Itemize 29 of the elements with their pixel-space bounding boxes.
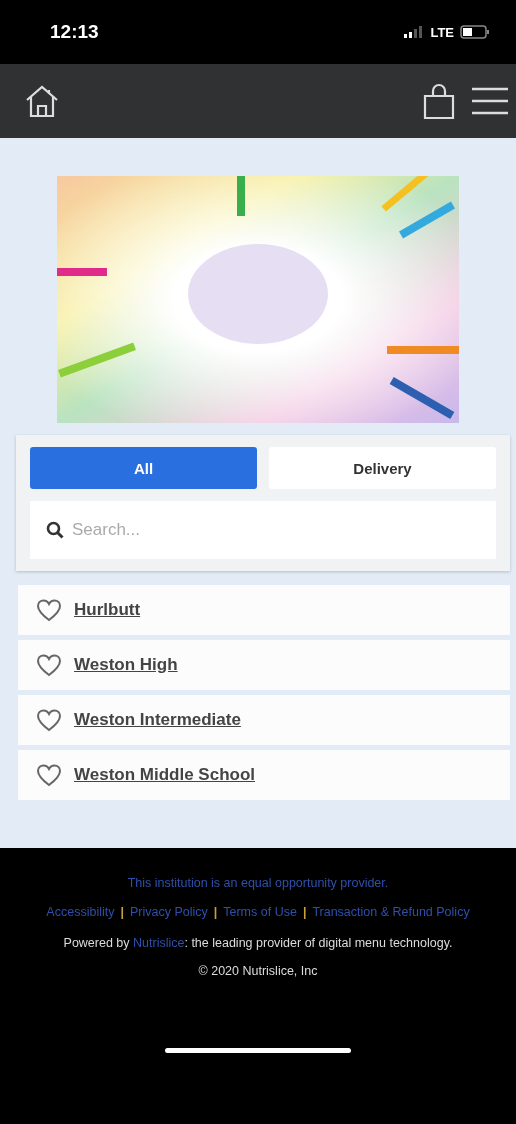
- search-field[interactable]: Search...: [30, 501, 496, 559]
- menu-icon[interactable]: [470, 86, 510, 116]
- school-row[interactable]: Weston Middle School: [18, 750, 510, 800]
- powered-by-text: Powered by Nutrislice: the leading provider of digital menu technology.: [62, 936, 454, 950]
- battery-icon: [460, 25, 490, 39]
- heart-icon[interactable]: [36, 598, 62, 622]
- home-icon[interactable]: [24, 84, 60, 118]
- status-time: 12:13: [50, 21, 99, 43]
- link-separator: |: [302, 905, 307, 919]
- school-row[interactable]: Hurlbutt: [18, 585, 510, 635]
- signal-icon: [404, 26, 425, 38]
- school-link[interactable]: Weston Middle School: [74, 765, 256, 785]
- filter-tab[interactable]: Delivery: [269, 447, 496, 489]
- network-label: LTE: [430, 24, 454, 40]
- equal-opportunity-notice: This institution is an equal opportunity provider.: [126, 876, 390, 890]
- heart-icon[interactable]: [36, 763, 62, 787]
- school-row[interactable]: Weston High: [18, 640, 510, 690]
- heart-icon[interactable]: [36, 653, 62, 677]
- school-link[interactable]: Weston Intermediate: [74, 710, 241, 730]
- shopping-bag-icon[interactable]: [422, 82, 456, 120]
- copyright-text: © 2020 Nutrislice, Inc: [197, 964, 319, 978]
- heart-icon[interactable]: [36, 708, 62, 732]
- filter-tab[interactable]: All: [30, 447, 257, 489]
- school-link[interactable]: Hurlbutt: [74, 600, 141, 620]
- search-icon: [46, 521, 64, 539]
- link-separator: |: [213, 905, 218, 919]
- school-link[interactable]: Weston High: [74, 655, 178, 675]
- school-row[interactable]: Weston Intermediate: [18, 695, 510, 745]
- link-separator: |: [120, 905, 124, 919]
